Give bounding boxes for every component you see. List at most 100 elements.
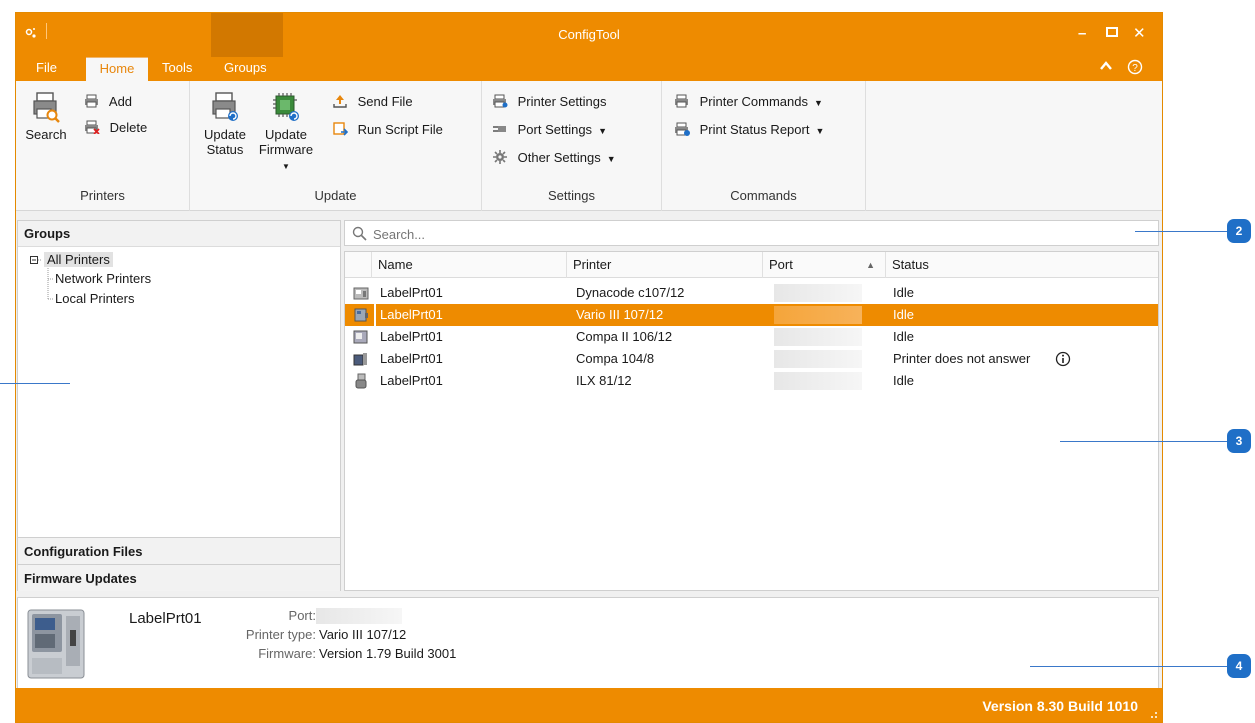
printer-grid: Name Printer Port ▲ Status LabelPrt01 Dy… bbox=[344, 251, 1159, 591]
search-icon bbox=[352, 226, 367, 241]
window-title: ConfigTool bbox=[558, 27, 620, 42]
tab-tools[interactable]: Tools bbox=[162, 57, 192, 81]
column-header-printer[interactable]: Printer bbox=[566, 252, 762, 278]
row-port bbox=[774, 328, 862, 346]
add-printer-button[interactable]: Add bbox=[84, 93, 132, 111]
details-firmware-label: Firmware: bbox=[258, 646, 316, 661]
print-status-report-dropdown-icon[interactable]: ▼ bbox=[815, 126, 824, 136]
details-printer-type-label: Printer type: bbox=[245, 627, 316, 642]
other-settings-button[interactable]: Other Settings ▼ bbox=[492, 149, 616, 167]
run-script-button[interactable]: Run Script File bbox=[332, 121, 443, 139]
delete-printer-button[interactable]: Delete bbox=[84, 119, 147, 137]
tree-item-all-printers[interactable]: All Printers bbox=[44, 251, 113, 269]
title-bar: ConfigTool – ✕ bbox=[16, 13, 1162, 57]
row-name: LabelPrt01 bbox=[380, 285, 443, 300]
tab-groups[interactable]: Groups bbox=[224, 57, 267, 81]
delete-label: Delete bbox=[109, 120, 148, 135]
firmware-updates-section[interactable]: Firmware Updates bbox=[18, 564, 340, 591]
table-row[interactable]: LabelPrt01 Compa 104/8 Printer does not … bbox=[345, 348, 1158, 370]
table-row[interactable]: LabelPrt01 Vario III 107/12 Idle bbox=[345, 304, 1158, 326]
column-header-name[interactable]: Name bbox=[371, 252, 566, 278]
settings-group-label: Settings bbox=[548, 188, 595, 203]
version-label: Version 8.30 Build 1010 bbox=[982, 698, 1138, 714]
row-port bbox=[774, 372, 862, 390]
update-status-label-1: Update bbox=[204, 127, 246, 142]
row-status: Idle bbox=[893, 285, 914, 300]
printer-commands-dropdown-icon[interactable]: ▼ bbox=[814, 98, 823, 108]
print-status-report-label: Print Status Report bbox=[699, 122, 810, 137]
callout-line-4 bbox=[1030, 666, 1227, 667]
maximize-button[interactable] bbox=[1106, 25, 1118, 42]
printer-commands-icon bbox=[674, 94, 690, 108]
send-file-button[interactable]: Send File bbox=[332, 93, 413, 111]
search-button-label: Search bbox=[25, 127, 67, 142]
close-button[interactable]: ✕ bbox=[1133, 24, 1146, 42]
callout-line-2 bbox=[1135, 231, 1227, 232]
row-port bbox=[774, 350, 862, 368]
svg-text:?: ? bbox=[1132, 63, 1138, 74]
row-printer: Vario III 107/12 bbox=[576, 307, 664, 322]
sort-ascending-icon: ▲ bbox=[866, 260, 875, 270]
details-printer-name: LabelPrt01 bbox=[129, 610, 202, 627]
update-group-label: Update bbox=[314, 188, 357, 203]
other-settings-label: Other Settings bbox=[517, 150, 601, 165]
ribbon: Search Add Delete Printers Update Status bbox=[16, 81, 1162, 211]
port-icon bbox=[492, 122, 508, 136]
row-status: Idle bbox=[893, 307, 914, 322]
grid-header: Name Printer Port ▲ Status bbox=[345, 252, 1158, 278]
search-input[interactable] bbox=[373, 225, 1133, 243]
table-row[interactable]: LabelPrt01 ILX 81/12 Idle bbox=[345, 370, 1158, 392]
send-file-label: Send File bbox=[357, 94, 413, 109]
callout-badge-4: 4 bbox=[1227, 654, 1251, 678]
column-header-port[interactable]: Port ▲ bbox=[762, 252, 885, 278]
commands-group-label: Commands bbox=[730, 188, 797, 203]
port-settings-dropdown-icon[interactable]: ▼ bbox=[598, 126, 607, 136]
row-name: LabelPrt01 bbox=[380, 373, 443, 388]
update-firmware-dropdown-icon[interactable]: ▼ bbox=[282, 162, 290, 171]
update-status-label-2: Status bbox=[206, 142, 244, 157]
callout-line-3 bbox=[1060, 441, 1227, 442]
print-status-report-button[interactable]: Print Status Report ▼ bbox=[674, 121, 824, 139]
status-report-icon bbox=[674, 122, 690, 136]
port-settings-button[interactable]: Port Settings ▼ bbox=[492, 121, 607, 139]
row-name: LabelPrt01 bbox=[380, 307, 443, 322]
other-settings-dropdown-icon[interactable]: ▼ bbox=[607, 154, 616, 164]
minimize-button[interactable]: – bbox=[1078, 25, 1086, 42]
tree-item-local-printers[interactable]: Local Printers bbox=[55, 290, 134, 308]
selection-marker bbox=[374, 304, 376, 326]
update-firmware-label-2: Firmware bbox=[258, 142, 314, 157]
config-tool-window: ConfigTool – ✕ File Home Tools Groups ? … bbox=[15, 12, 1163, 723]
tab-home[interactable]: Home bbox=[86, 57, 148, 81]
printer-icon bbox=[353, 373, 369, 396]
ribbon-group-settings: Printer Settings Port Settings ▼ Other Se… bbox=[482, 81, 662, 211]
row-name: LabelPrt01 bbox=[380, 329, 443, 344]
callout-badge-2: 2 bbox=[1227, 219, 1251, 243]
printer-image bbox=[27, 609, 85, 679]
tab-file[interactable]: File bbox=[36, 57, 57, 81]
table-row[interactable]: LabelPrt01 Dynacode c107/12 Idle bbox=[345, 282, 1158, 304]
delete-printer-icon bbox=[84, 120, 100, 135]
collapse-ribbon-icon[interactable] bbox=[1100, 57, 1112, 81]
details-port-label: Port: bbox=[288, 608, 316, 623]
row-status: Idle bbox=[893, 329, 914, 344]
tree-item-network-printers[interactable]: Network Printers bbox=[55, 270, 151, 288]
details-firmware-value: Version 1.79 Build 3001 bbox=[319, 646, 457, 661]
ribbon-group-commands: Printer Commands ▼ Print Status Report ▼ C… bbox=[662, 81, 866, 211]
search-printer-icon bbox=[31, 91, 61, 123]
update-status-button[interactable]: Update Status bbox=[200, 91, 250, 157]
groups-panel: Groups All Printers Network Printers Loc… bbox=[17, 220, 341, 591]
table-row[interactable]: LabelPrt01 Compa II 106/12 Idle bbox=[345, 326, 1158, 348]
update-status-icon bbox=[210, 91, 240, 123]
column-header-status[interactable]: Status bbox=[885, 252, 1158, 278]
status-bar: Version 8.30 Build 1010 bbox=[16, 688, 1162, 722]
printer-commands-button[interactable]: Printer Commands ▼ bbox=[674, 93, 823, 111]
update-firmware-button[interactable]: Update Firmware ▼ bbox=[256, 91, 316, 174]
configuration-files-section[interactable]: Configuration Files bbox=[18, 537, 340, 564]
callout-line-groups bbox=[0, 383, 70, 384]
printer-details-panel: LabelPrt01 Port: Printer type: Vario III… bbox=[17, 597, 1159, 690]
help-icon[interactable]: ? bbox=[1127, 57, 1143, 81]
resize-grip-icon[interactable] bbox=[1148, 709, 1158, 719]
search-button[interactable]: Search bbox=[24, 91, 68, 142]
printer-settings-icon bbox=[492, 94, 508, 108]
printer-settings-button[interactable]: Printer Settings bbox=[492, 93, 607, 111]
